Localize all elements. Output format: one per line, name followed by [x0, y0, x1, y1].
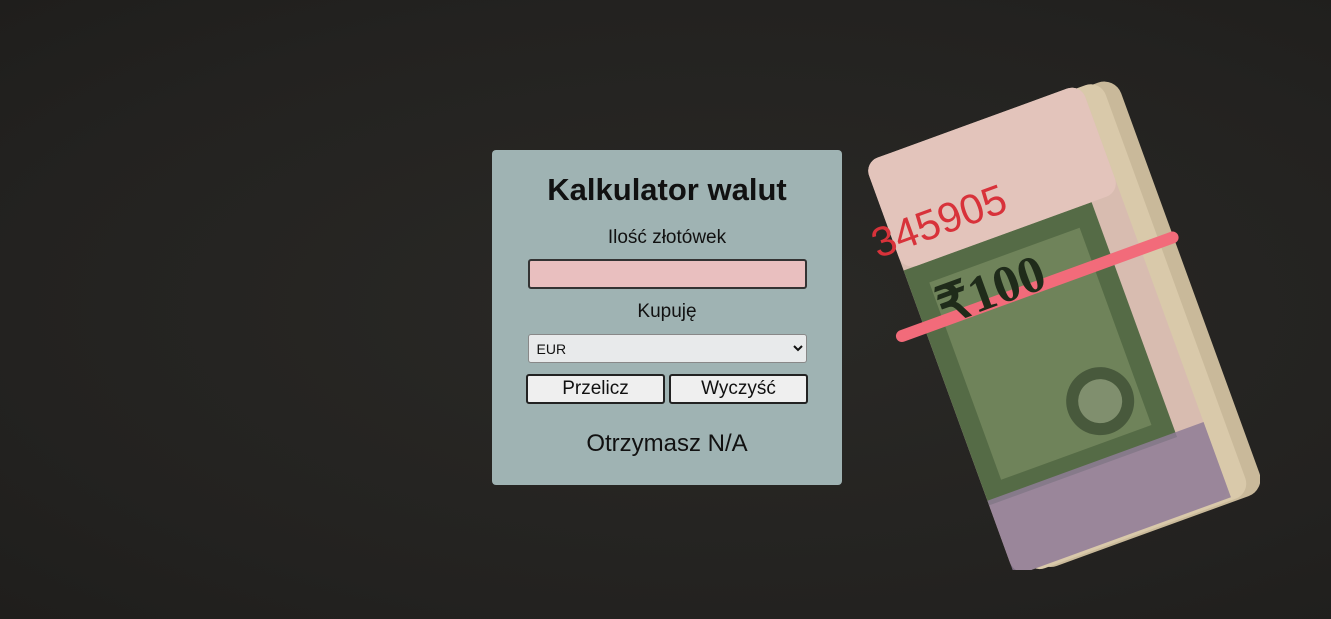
currency-calculator-card: Kalkulator walut Ilość złotówek Kupuję E… — [492, 150, 842, 485]
result-text: Otrzymasz N/A — [586, 430, 748, 457]
currency-select[interactable]: EUR — [527, 334, 807, 363]
clear-button[interactable]: Wyczyść — [669, 374, 808, 404]
page-background: 345905 ₹100 Kalkulator walut Ilość złotó… — [0, 0, 1331, 619]
page-title: Kalkulator walut — [547, 172, 787, 207]
amount-label: Ilość złotówek — [607, 227, 727, 248]
convert-button[interactable]: Przelicz — [526, 374, 665, 404]
money-roll-image: 345905 ₹100 — [865, 81, 1260, 570]
currency-label: Kupuję — [637, 301, 697, 322]
action-buttons: Przelicz Wyczyść — [492, 374, 842, 404]
amount-input[interactable] — [527, 259, 807, 289]
